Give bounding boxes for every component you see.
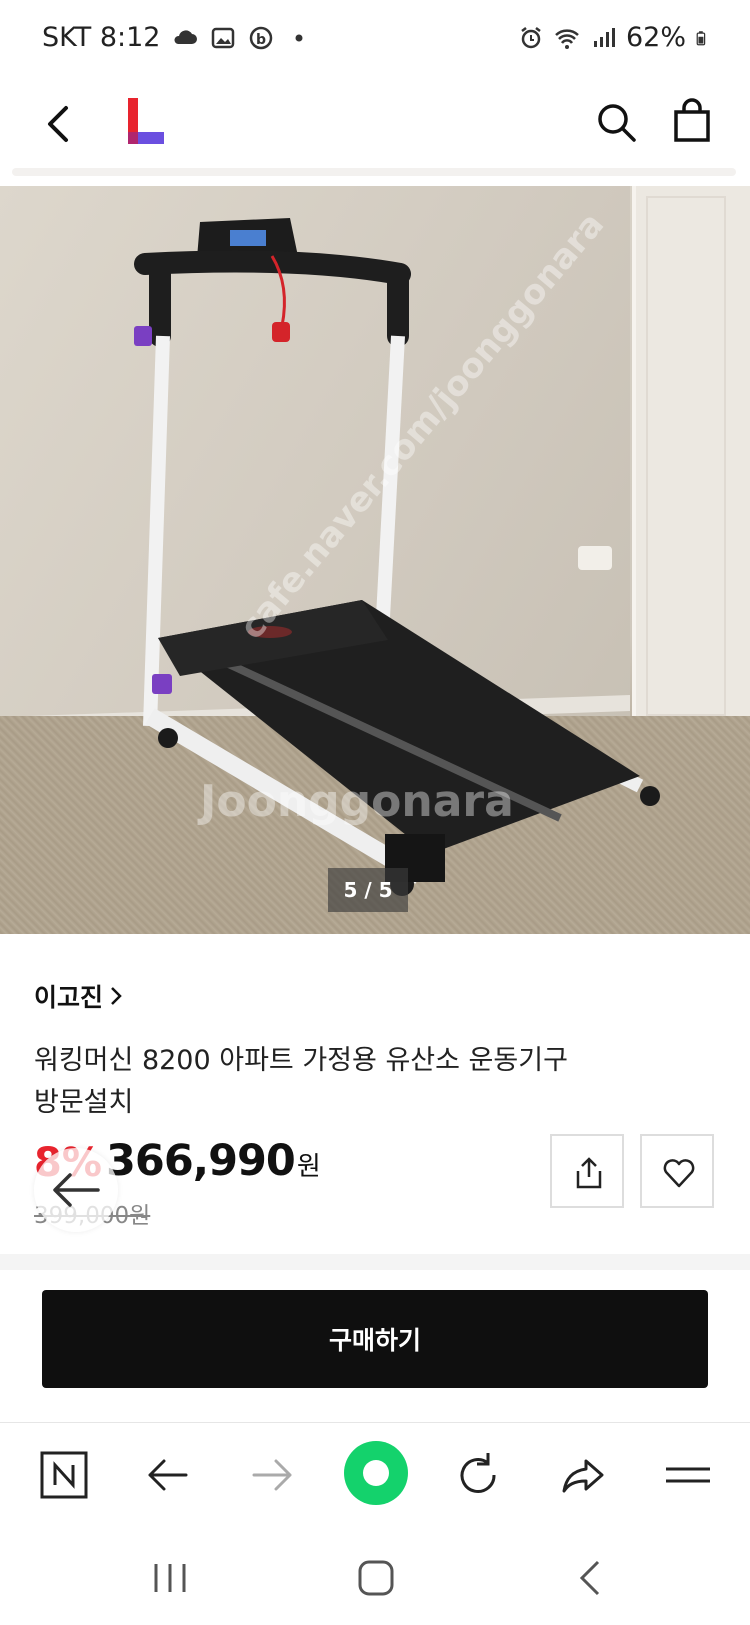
nav-back-icon[interactable]: [570, 1556, 614, 1600]
dot-icon: [295, 34, 303, 41]
android-nav-bar: [0, 1528, 750, 1625]
b-app-icon: b: [250, 26, 273, 49]
naver-green-dot-icon[interactable]: [344, 1441, 408, 1505]
battery-text: 62%: [625, 22, 686, 53]
brand-name: 이고진: [34, 983, 104, 1012]
carrier-time: SKT 8:12: [42, 22, 161, 53]
recent-apps-icon[interactable]: [148, 1556, 192, 1600]
home-icon[interactable]: [354, 1556, 398, 1600]
floating-back-button[interactable]: [34, 1148, 118, 1232]
share-forward-icon[interactable]: [556, 1447, 612, 1503]
share-icon: [576, 1157, 602, 1189]
browser-forward-icon[interactable]: [244, 1447, 300, 1503]
heart-icon: [663, 1159, 695, 1188]
share-button[interactable]: [550, 1134, 624, 1208]
battery-icon: [696, 30, 706, 45]
lotte-logo[interactable]: [128, 98, 164, 144]
left-arrow-icon: [53, 1173, 100, 1207]
treadmill-illustration: [134, 218, 660, 896]
sale-price: 366,990원: [106, 1136, 321, 1186]
search-icon[interactable]: [594, 100, 638, 144]
product-image[interactable]: cafe.naver.com/joonggonara Joonggonara 5…: [0, 186, 750, 934]
buy-button[interactable]: 구매하기: [42, 1290, 708, 1388]
brand-link[interactable]: 이고진: [34, 978, 123, 1014]
chevron-right-icon: [111, 987, 122, 1005]
signal-icon: [593, 27, 615, 47]
product-title: 워킹머신 8200 아파트 가정용 유산소 운동기구 방문설치: [34, 1045, 568, 1118]
svg-text:b: b: [256, 32, 266, 48]
browser-toolbar: [0, 1422, 750, 1526]
section-divider: [0, 1254, 750, 1270]
menu-icon[interactable]: [660, 1447, 716, 1503]
wishlist-button[interactable]: [640, 1134, 714, 1208]
reload-icon[interactable]: [450, 1447, 506, 1503]
cloud-icon: [174, 29, 198, 44]
app-header: [0, 80, 750, 168]
gallery-icon: [212, 27, 235, 48]
alarm-icon: [521, 26, 541, 48]
wifi-icon: [555, 28, 579, 49]
status-left: SKT 8:12 b: [42, 22, 312, 53]
browser-back-icon[interactable]: [140, 1447, 196, 1503]
shopping-bag-icon[interactable]: [672, 96, 712, 144]
naver-home-icon[interactable]: [36, 1447, 92, 1503]
back-arrow-icon[interactable]: [40, 100, 80, 148]
status-bar: SKT 8:12 b 62%: [0, 0, 750, 80]
sale-price-unit: 원: [296, 1152, 321, 1182]
image-counter: 5 / 5: [328, 868, 408, 912]
header-divider: [12, 168, 736, 176]
status-right: 62%: [518, 22, 712, 53]
sale-price-value: 366,990: [106, 1136, 296, 1186]
